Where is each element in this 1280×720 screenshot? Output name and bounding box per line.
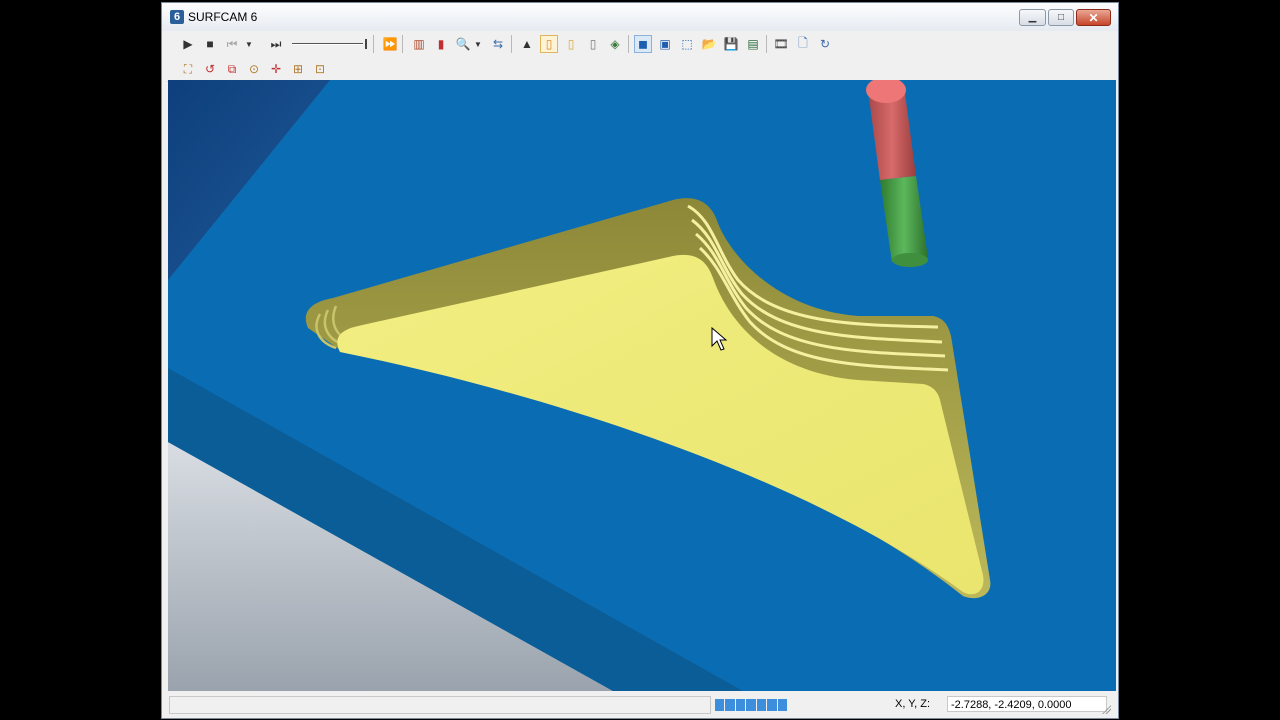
- pan-view-icon[interactable]: ⊙: [245, 60, 263, 78]
- title-bar[interactable]: 6 SURFCAM 6 ▁ □ ✕: [162, 3, 1118, 31]
- cutting-simulation-scene: [168, 80, 991, 691]
- app-window: 6 SURFCAM 6 ▁ □ ✕ ▶ ■ ⏮ ▼ ⏭ ⏩ ▥ ▮ 🔍 ▼ ⇆ …: [161, 2, 1119, 719]
- progress-segment: [767, 699, 777, 711]
- zoom-icon[interactable]: 🔍: [454, 35, 472, 53]
- 3d-viewport[interactable]: [168, 80, 1116, 691]
- stop-icon[interactable]: ■: [201, 35, 219, 53]
- rotate-view-icon[interactable]: ↺: [201, 60, 219, 78]
- progress-bar: [715, 699, 787, 711]
- window-title: SURFCAM 6: [188, 10, 258, 24]
- open-file-icon[interactable]: 📂: [700, 35, 718, 53]
- film-icon[interactable]: 🎞: [772, 35, 790, 53]
- status-message: [169, 696, 711, 714]
- view-toolbar: ⛶ ↺ ⧉ ⊙ ✛ ⊞ ⊡: [167, 56, 1113, 82]
- page-icon[interactable]: 🗋: [794, 35, 812, 53]
- coord-value: -2.7288, -2.4209, 0.0000: [947, 696, 1107, 712]
- tool-holder-icon[interactable]: ▯: [540, 35, 558, 53]
- hidden-line-icon[interactable]: ⬚: [678, 35, 696, 53]
- minimize-icon: ▁: [1028, 12, 1037, 23]
- save-icon[interactable]: 💾: [722, 35, 740, 53]
- dropdown-icon[interactable]: ▼: [243, 35, 255, 53]
- tool-shape-icon[interactable]: ▲: [518, 35, 536, 53]
- step-back-icon[interactable]: ⏮: [223, 35, 241, 53]
- stock-compare-icon[interactable]: ▮: [432, 35, 450, 53]
- fit-icon[interactable]: ⊞: [289, 60, 307, 78]
- progress-segment: [725, 699, 735, 711]
- save-as-icon[interactable]: ▤: [744, 35, 762, 53]
- zoom-extents-icon[interactable]: ⛶: [179, 60, 197, 78]
- speed-slider[interactable]: [292, 37, 369, 51]
- progress-segment: [715, 699, 725, 711]
- coord-label: X, Y, Z:: [895, 698, 931, 710]
- play-icon[interactable]: ▶: [179, 35, 197, 53]
- app-icon[interactable]: 6: [170, 10, 184, 24]
- status-bar: X, Y, Z: -2.7288, -2.4209, 0.0000: [167, 694, 1113, 716]
- shaded-view-icon[interactable]: ◼: [634, 35, 652, 53]
- close-icon: ✕: [1088, 10, 1099, 25]
- stock-icon[interactable]: ◈: [606, 35, 624, 53]
- minimize-button[interactable]: ▁: [1019, 9, 1046, 26]
- maximize-icon: □: [1057, 12, 1065, 23]
- resize-grip-icon[interactable]: [1101, 704, 1111, 714]
- tool-outline-icon[interactable]: ▯: [584, 35, 602, 53]
- zoom-window-icon[interactable]: ⧉: [223, 60, 241, 78]
- progress-segment: [746, 699, 756, 711]
- step-forward-icon[interactable]: ⏭: [267, 35, 285, 53]
- section-icon[interactable]: ▥: [410, 35, 428, 53]
- simulation-toolbar: ▶ ■ ⏮ ▼ ⏭ ⏩ ▥ ▮ 🔍 ▼ ⇆ ▲ ▯ ▯ ▯ ◈ ◼ ▣ ⬚ 📂 …: [167, 31, 1113, 57]
- tool-icon[interactable]: ▯: [562, 35, 580, 53]
- progress-segment: [777, 699, 787, 711]
- close-button[interactable]: ✕: [1076, 9, 1111, 26]
- zoom-dropdown-icon[interactable]: ▼: [472, 35, 484, 53]
- fast-forward-icon[interactable]: ⏩: [381, 35, 399, 53]
- progress-segment: [735, 699, 746, 711]
- rotate-icon[interactable]: ↻: [816, 35, 834, 53]
- refresh-icon[interactable]: ⇆: [489, 35, 507, 53]
- dynamic-zoom-icon[interactable]: ⊡: [311, 60, 329, 78]
- tool-tip: [892, 253, 928, 267]
- progress-segment: [756, 699, 767, 711]
- center-view-icon[interactable]: ✛: [267, 60, 285, 78]
- wireframe-view-icon[interactable]: ▣: [656, 35, 674, 53]
- maximize-button[interactable]: □: [1048, 9, 1074, 26]
